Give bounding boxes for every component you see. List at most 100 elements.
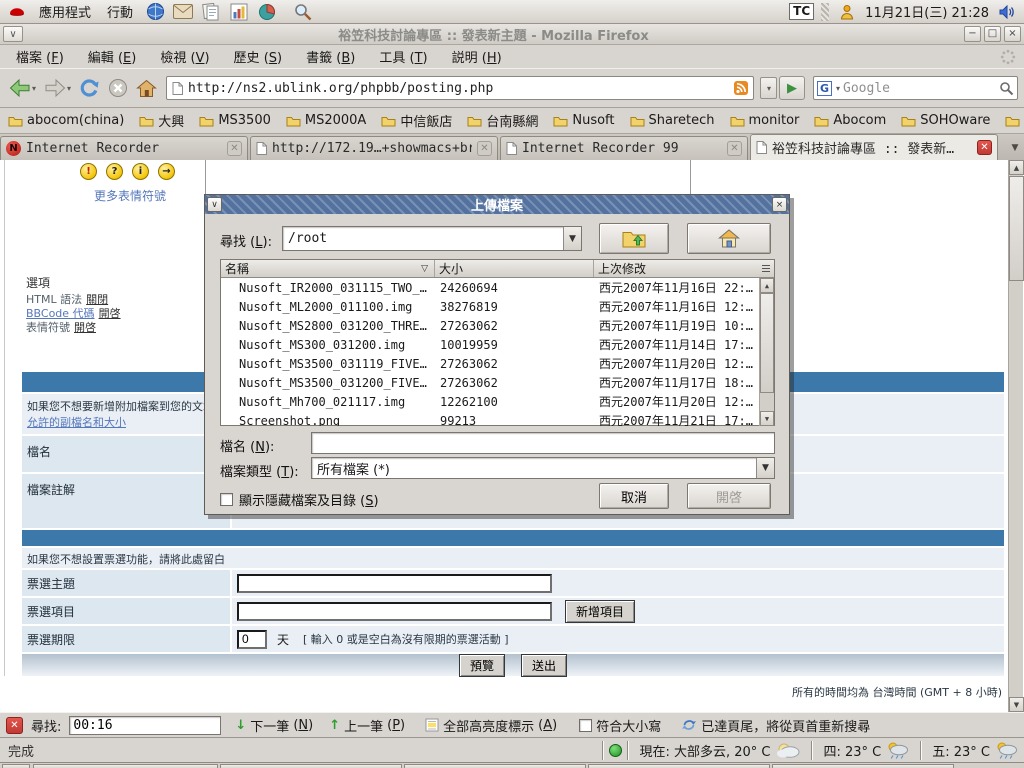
documents-launcher-icon[interactable] <box>200 1 222 23</box>
bookmark-folder-tainan[interactable]: 台南縣網 <box>467 111 538 130</box>
panel-clock[interactable]: 11月21日(三) 21:28 <box>865 2 989 21</box>
tab-showmacs[interactable]: http://172.19…+showmacs+br0 ✕ <box>250 136 498 160</box>
bookmark-folder-ms2000a[interactable]: MS2000A <box>286 113 366 128</box>
scroll-up-icon[interactable]: ▲ <box>760 278 774 293</box>
tab-list-dropdown-icon[interactable]: ▼ <box>1006 136 1024 160</box>
bookmark-folder-abocom-china[interactable]: abocom(china) <box>8 113 124 128</box>
allowed-extensions-link[interactable]: 允許的副檔名和大小 <box>27 416 126 429</box>
filetype-combo[interactable]: 所有檔案 (*) ▼ <box>311 457 775 479</box>
poll-option-input[interactable] <box>237 602 552 621</box>
window-menu-button[interactable]: ∨ <box>3 26 23 42</box>
taskbar-button[interactable] <box>772 764 954 768</box>
scroll-down-icon[interactable]: ▼ <box>760 411 774 426</box>
option-html-state[interactable]: 關閉 <box>86 293 108 306</box>
menu-history[interactable]: 歷史 S <box>222 44 295 69</box>
dialog-window-menu-button[interactable]: ∨ <box>207 197 222 212</box>
forward-button[interactable]: ▾ <box>41 72 74 104</box>
more-smilies-link[interactable]: 更多表情符號 <box>94 187 166 204</box>
forward-dropdown-icon[interactable]: ▾ <box>67 84 71 93</box>
cancel-button[interactable]: 取消 <box>599 483 669 509</box>
url-bar[interactable] <box>166 76 754 100</box>
menu-tools[interactable]: 工具 T <box>367 44 439 69</box>
highlight-all-button[interactable]: 全部高亮度標示A <box>425 716 557 735</box>
volume-icon[interactable] <box>996 1 1018 23</box>
bookmark-folder-sharetech[interactable]: Sharetech <box>630 113 715 128</box>
menu-edit[interactable]: 編輯 E <box>76 44 149 69</box>
page-scrollbar[interactable]: ▲ ▼ <box>1008 160 1023 712</box>
combo-arrow-icon[interactable]: ▼ <box>756 458 774 478</box>
scroll-up-icon[interactable]: ▲ <box>1009 160 1024 175</box>
taskbar-button[interactable] <box>588 764 770 768</box>
actions-menu[interactable]: 行動 <box>102 1 138 22</box>
restore-button[interactable]: □ <box>984 26 1001 42</box>
dialog-close-icon[interactable]: × <box>772 197 787 212</box>
google-engine-icon[interactable]: G <box>817 81 832 96</box>
search-launcher-icon[interactable] <box>292 1 314 23</box>
tab-internet-recorder-99[interactable]: Internet Recorder 99 ✕ <box>500 136 748 160</box>
option-smilies-state[interactable]: 開啓 <box>74 321 96 334</box>
web-browser-launcher-icon[interactable] <box>144 1 166 23</box>
panel-drag-handle[interactable] <box>821 3 829 21</box>
file-row[interactable]: Nusoft_MS300_031200.img10019959西元2007年11… <box>221 335 774 354</box>
preview-button[interactable]: 預覽 <box>459 654 505 677</box>
new-folder-button[interactable] <box>599 223 669 254</box>
menu-help[interactable]: 説明 H <box>440 44 514 69</box>
smiley-question-icon[interactable]: ? <box>106 163 123 180</box>
column-header-name[interactable]: 名稱▽ <box>221 260 435 277</box>
search-input[interactable] <box>843 81 996 96</box>
menu-file[interactable]: 檔案 F <box>4 44 76 69</box>
poll-title-input[interactable] <box>237 574 552 593</box>
taskbar-button[interactable] <box>404 764 586 768</box>
home-button[interactable] <box>133 72 160 104</box>
column-options-button[interactable] <box>758 260 774 277</box>
taskbar-button[interactable] <box>2 764 30 768</box>
combo-arrow-icon[interactable]: ▼ <box>563 227 581 250</box>
input-method-indicator[interactable]: TC <box>789 3 814 20</box>
file-list-scrollbar[interactable]: ▲ ▼ <box>759 278 774 426</box>
rss-feed-icon[interactable] <box>734 81 748 95</box>
window-titlebar[interactable]: ∨ 裕笠科技討論專區 :: 發表新主題 - Mozilla Firefox − … <box>0 24 1024 45</box>
weather-now[interactable]: 現在: 大部多云, 20° C <box>634 741 806 760</box>
applications-menu[interactable]: 應用程式 <box>34 1 96 22</box>
go-button[interactable]: ▶ <box>779 76 805 100</box>
file-row[interactable]: Nusoft_MS2800_031200_THRE…27263062西元2007… <box>221 316 774 335</box>
option-bbcode-state[interactable]: 開啓 <box>99 307 121 320</box>
stop-button[interactable] <box>105 72 131 104</box>
dialog-titlebar[interactable]: ∨ 上傳檔案 × <box>205 195 789 214</box>
bookmark-folder-sohoware[interactable]: SOHOware <box>901 113 990 128</box>
add-poll-option-button[interactable]: 新增項目 <box>565 600 635 623</box>
file-row[interactable]: Nusoft_Mh700_021117.img12262100西元2007年11… <box>221 392 774 411</box>
back-dropdown-icon[interactable]: ▾ <box>32 84 36 93</box>
poll-length-input[interactable] <box>237 630 267 649</box>
chart-launcher-icon[interactable] <box>228 1 250 23</box>
url-input[interactable] <box>188 81 729 96</box>
email-launcher-icon[interactable] <box>172 1 194 23</box>
close-button[interactable]: × <box>1004 26 1021 42</box>
match-case-checkbox[interactable]: 符合大小寫 <box>579 716 661 735</box>
online-status-icon[interactable] <box>609 744 622 757</box>
reload-button[interactable] <box>76 72 103 104</box>
bookmark-folder-ir[interactable]: IR <box>1005 113 1024 128</box>
file-row[interactable]: Nusoft_IR2000_031115_TWO_…24260694西元2007… <box>221 278 774 297</box>
back-button[interactable]: ▾ <box>6 72 39 104</box>
redhat-menu-icon[interactable] <box>6 1 28 23</box>
dialog-filename-input[interactable] <box>311 432 775 454</box>
bookmark-folder-ms3500[interactable]: MS3500 <box>199 113 271 128</box>
weather-friday[interactable]: 五: 23° C <box>927 741 1024 760</box>
column-header-modified[interactable]: 上次修改 <box>594 260 758 277</box>
bbcode-link[interactable]: BBCode 代碼 <box>26 307 95 320</box>
minimize-button[interactable]: − <box>964 26 981 42</box>
weather-thursday[interactable]: 四: 23° C <box>818 741 915 760</box>
tab-close-icon[interactable]: ✕ <box>977 140 992 155</box>
bookmark-folder-nusoft[interactable]: Nusoft <box>553 113 614 128</box>
smiley-exclaim-icon[interactable]: ! <box>80 163 97 180</box>
find-prev-button[interactable]: ↑上一筆P <box>329 716 405 735</box>
submit-button[interactable]: 送出 <box>521 654 567 677</box>
open-button[interactable]: 開啓 <box>687 483 771 509</box>
column-header-size[interactable]: 大小 <box>435 260 594 277</box>
menu-view[interactable]: 檢視 V <box>148 44 221 69</box>
tab-forum-active[interactable]: 裕笠科技討論專區 :: 發表新… ✕ <box>750 134 998 160</box>
search-magnifier-icon[interactable] <box>999 81 1014 96</box>
location-combo[interactable]: /root ▼ <box>282 226 582 251</box>
home-folder-button[interactable] <box>687 223 771 254</box>
